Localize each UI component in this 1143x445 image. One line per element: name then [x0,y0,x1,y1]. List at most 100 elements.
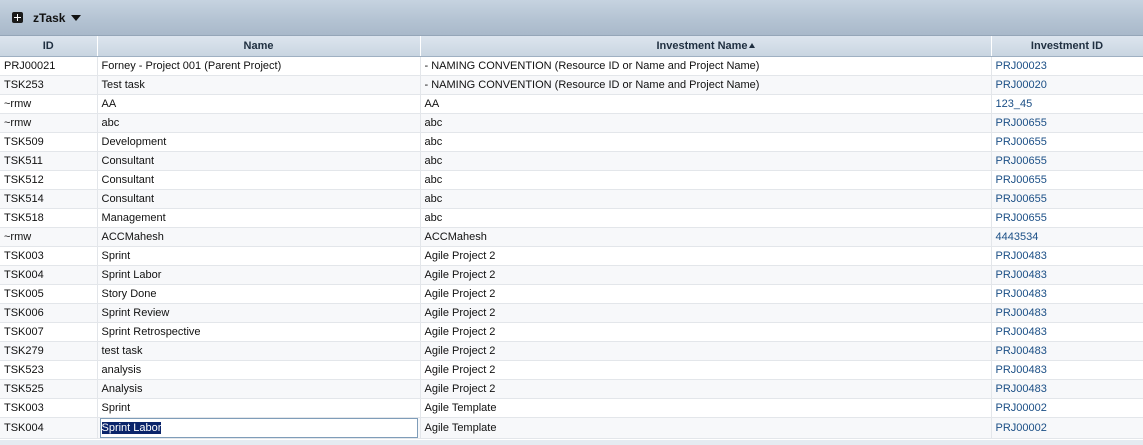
portlet-title: zTask [33,10,66,25]
table-row[interactable]: TSK003 Sprint Agile Project 2 PRJ00483 [0,246,1143,266]
cell-name: ACCMahesh [97,227,421,247]
cell-investment-id-link[interactable]: PRJ00655 [991,151,1143,171]
cell-id: TSK004 [0,417,98,439]
table-row[interactable]: TSK514 Consultant abc PRJ00655 [0,189,1143,209]
cell-id: ~rmw [0,113,98,133]
table-row[interactable]: TSK003 Sprint Agile Template PRJ00002 [0,398,1143,418]
cell-name: Analysis [97,379,421,399]
cell-name: AA [97,94,421,114]
ztask-portlet: zTask ID Name Investment Name Investment… [0,0,1143,445]
cell-name: Sprint [97,246,421,266]
caret-down-icon[interactable] [71,14,82,21]
cell-investment-id-link[interactable]: PRJ00483 [991,360,1143,380]
cell-name: Story Done [97,284,421,304]
cell-investment-id-link[interactable]: PRJ00023 [991,56,1143,76]
table-row[interactable]: TSK523 analysis Agile Project 2 PRJ00483 [0,360,1143,380]
cell-id: TSK279 [0,341,98,361]
table-row[interactable]: TSK253 Test task - NAMING CONVENTION (Reso… [0,75,1143,95]
cell-investment-id-link[interactable]: PRJ00483 [991,379,1143,399]
name-edit-selected-text: Sprint Labor [101,422,162,434]
cell-investment-name: abc [420,113,992,133]
column-header-id-label: ID [42,40,54,52]
column-header-investment-id-label: Investment ID [1030,40,1104,52]
cell-id: TSK003 [0,398,98,418]
column-header-name[interactable]: Name [97,36,421,57]
cell-name: Consultant [97,189,421,209]
table-row[interactable]: TSK007 Sprint Retrospective Agile Project … [0,322,1143,342]
cell-investment-id-link[interactable]: PRJ00483 [991,246,1143,266]
cell-investment-name: Agile Project 2 [420,379,992,399]
cell-investment-id-link[interactable]: PRJ00483 [991,303,1143,323]
cell-investment-name: Agile Project 2 [420,246,992,266]
cell-investment-id-link[interactable]: PRJ00655 [991,189,1143,209]
table-row[interactable]: TSK509 Development abc PRJ00655 [0,132,1143,152]
cell-investment-id-link[interactable]: PRJ00002 [991,398,1143,418]
cell-name: Management [97,208,421,228]
table-row[interactable]: TSK004 Sprint Labor Agile Template PRJ00002 [0,417,1143,439]
table-row[interactable]: PRJ00021 Forney - Project 001 (Parent Pro… [0,56,1143,76]
name-edit-field[interactable]: Sprint Labor [99,418,418,438]
cell-id: TSK525 [0,379,98,399]
cell-id: TSK509 [0,132,98,152]
cell-investment-id-link[interactable]: PRJ00483 [991,284,1143,304]
cell-name: abc [97,113,421,133]
cell-investment-name: Agile Template [420,398,992,418]
sort-ascending-icon [748,43,755,48]
cell-id: ~rmw [0,94,98,114]
column-header-investment-id[interactable]: Investment ID [991,36,1143,57]
cell-name: Development [97,132,421,152]
table-row[interactable]: TSK511 Consultant abc PRJ00655 [0,151,1143,171]
cell-name: Consultant [97,151,421,171]
cell-name: Sprint Review [97,303,421,323]
cell-investment-id-link[interactable]: PRJ00655 [991,208,1143,228]
cell-id: ~rmw [0,227,98,247]
cell-name: Consultant [97,170,421,190]
cell-name: test task [97,341,421,361]
cell-name: Sprint Labor [97,265,421,285]
table-row[interactable]: TSK518 Management abc PRJ00655 [0,208,1143,228]
portlet-footer-strip [0,440,1143,445]
cell-name: Test task [97,75,421,95]
cell-investment-name: abc [420,132,992,152]
cell-investment-id-link[interactable]: PRJ00020 [991,75,1143,95]
table-row[interactable]: TSK279 test task Agile Project 2 PRJ00483 [0,341,1143,361]
cell-id: TSK512 [0,170,98,190]
table-row[interactable]: TSK005 Story Done Agile Project 2 PRJ00483 [0,284,1143,304]
table-row[interactable]: TSK006 Sprint Review Agile Project 2 PRJ004… [0,303,1143,323]
cell-investment-id-link[interactable]: PRJ00483 [991,322,1143,342]
table-row[interactable]: TSK512 Consultant abc PRJ00655 [0,170,1143,190]
cell-investment-name: ACCMahesh [420,227,992,247]
cell-name: Forney - Project 001 (Parent Project) [97,56,421,76]
table-row[interactable]: ~rmw ACCMahesh ACCMahesh 4443534 [0,227,1143,247]
cell-investment-name: Agile Project 2 [420,303,992,323]
cell-investment-id-link[interactable]: 4443534 [991,227,1143,247]
cell-investment-name: abc [420,189,992,209]
task-grid: ID Name Investment Name Investment ID PR… [0,36,1143,439]
cell-investment-id-link[interactable]: PRJ00655 [991,170,1143,190]
table-row[interactable]: TSK525 Analysis Agile Project 2 PRJ00483 [0,379,1143,399]
cell-investment-name: AA [420,94,992,114]
cell-investment-id-link[interactable]: PRJ00483 [991,265,1143,285]
expand-plus-icon[interactable] [12,12,23,23]
column-header-id[interactable]: ID [0,36,98,57]
table-row[interactable]: TSK004 Sprint Labor Agile Project 2 PRJ0048… [0,265,1143,285]
cell-investment-id-link[interactable]: 123_45 [991,94,1143,114]
table-row[interactable]: ~rmw AA AA 123_45 [0,94,1143,114]
cell-investment-id-link[interactable]: PRJ00002 [991,417,1143,439]
grid-header-row: ID Name Investment Name Investment ID [0,36,1143,57]
cell-name: analysis [97,360,421,380]
cell-investment-name: Agile Template [420,417,992,439]
column-header-name-label: Name [243,40,274,52]
cell-investment-id-link[interactable]: PRJ00655 [991,132,1143,152]
cell-investment-id-link[interactable]: PRJ00483 [991,341,1143,361]
cell-id: TSK253 [0,75,98,95]
cell-id: TSK523 [0,360,98,380]
cell-investment-name: - NAMING CONVENTION (Resource ID or Name… [420,56,992,76]
cell-id: TSK006 [0,303,98,323]
column-header-investment-name[interactable]: Investment Name [420,36,992,57]
table-row[interactable]: ~rmw abc abc PRJ00655 [0,113,1143,133]
cell-investment-id-link[interactable]: PRJ00655 [991,113,1143,133]
cell-id: TSK004 [0,265,98,285]
cell-investment-name: abc [420,170,992,190]
cell-id: TSK007 [0,322,98,342]
